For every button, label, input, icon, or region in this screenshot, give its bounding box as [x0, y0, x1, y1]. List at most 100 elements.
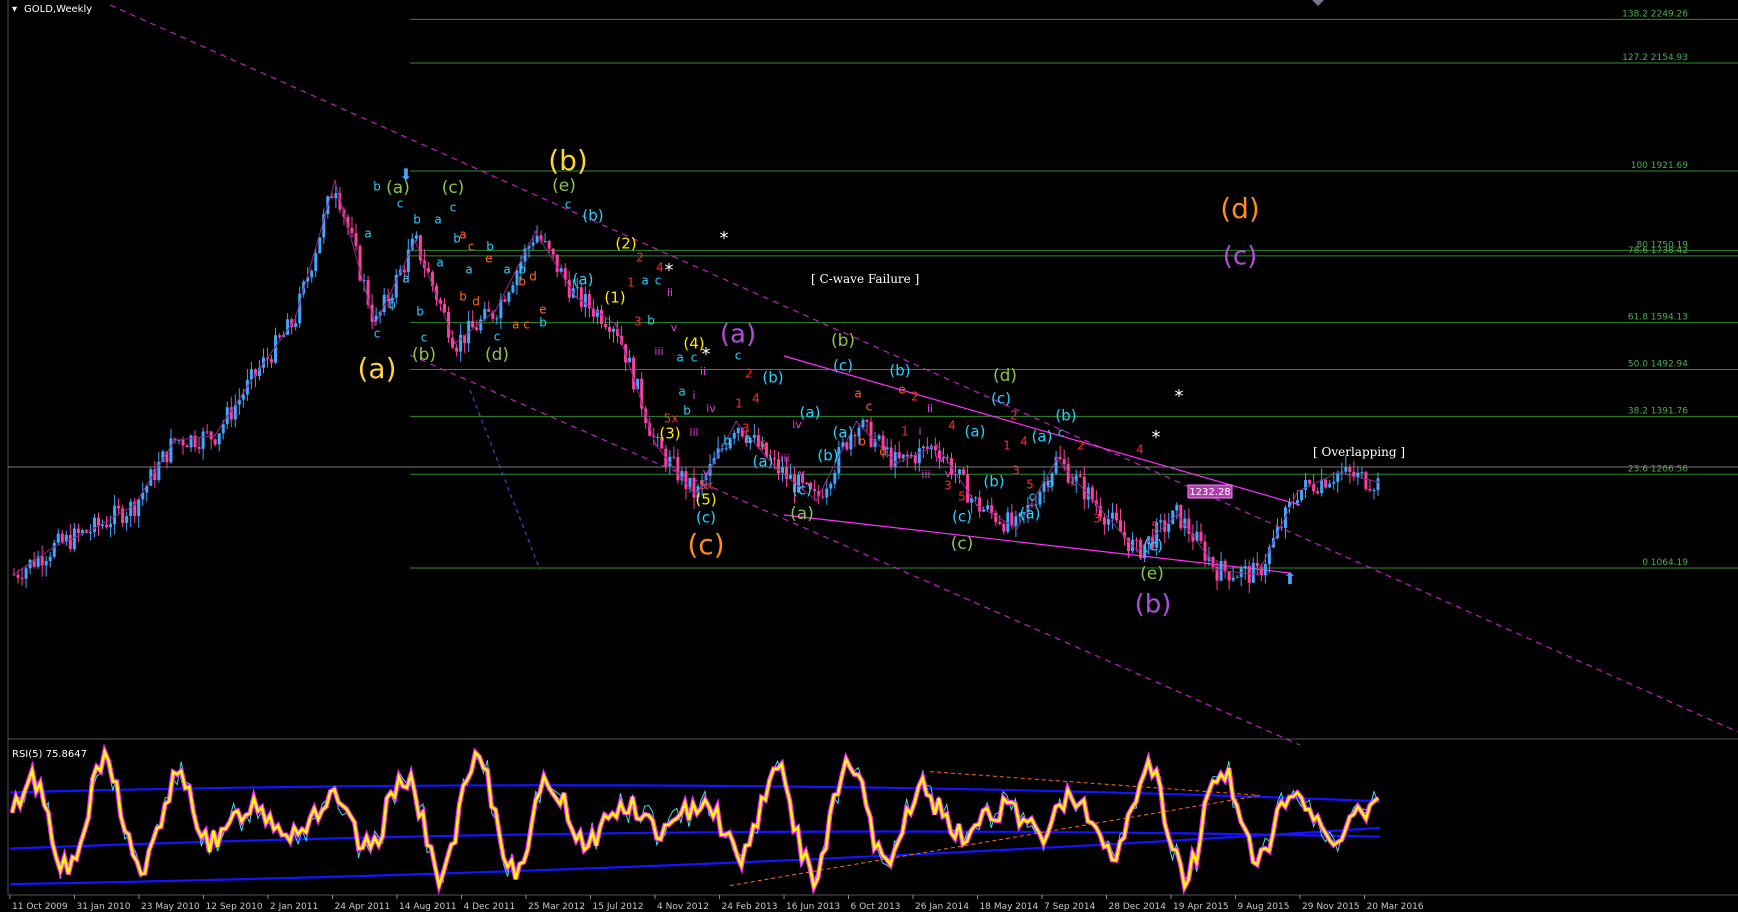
- overlapping-note: [ Overlapping ]: [1313, 445, 1405, 459]
- candle-body: [125, 516, 129, 523]
- candle-body: [732, 432, 736, 439]
- wave-label: v: [671, 321, 678, 334]
- wave-label: (b): [582, 207, 603, 225]
- candle-body: [20, 577, 24, 579]
- wave-label: (c): [1143, 537, 1163, 555]
- wave-label: a: [678, 385, 685, 399]
- candle-body: [1199, 531, 1203, 542]
- wave-label: (a): [800, 404, 821, 422]
- x-tick-label: 4 Dec 2011: [464, 902, 516, 912]
- x-tick-label: 14 Aug 2011: [399, 902, 457, 912]
- price-point: [614, 323, 617, 326]
- wave-label: b: [413, 213, 421, 227]
- wave-label: ii: [667, 286, 673, 299]
- candle-body: [825, 488, 829, 498]
- candle-body: [672, 456, 676, 458]
- x-tick-label: 16 Jun 2013: [786, 902, 840, 912]
- candle-body: [1360, 472, 1364, 474]
- wave-label: c: [374, 327, 381, 341]
- candle-body: [966, 474, 970, 503]
- candle-body: [475, 327, 479, 331]
- candle-body: [109, 524, 113, 528]
- candle-body: [60, 533, 64, 542]
- candle-body: [1231, 577, 1235, 581]
- wave-label: a: [402, 272, 409, 286]
- price-point: [413, 240, 417, 243]
- candle-body: [1078, 475, 1082, 477]
- price-point: [52, 545, 56, 548]
- candle-body: [40, 556, 44, 566]
- wave-label: (2): [615, 235, 636, 253]
- wave-label: c: [397, 197, 404, 211]
- candle-body: [213, 439, 217, 445]
- dropdown-arrow-icon[interactable]: ▾: [12, 4, 17, 15]
- candle-body: [853, 435, 857, 437]
- wave-label: 5: [1026, 478, 1034, 492]
- wave-label: c: [565, 198, 572, 212]
- wave-label: ii: [927, 402, 933, 415]
- price-point: [895, 462, 898, 465]
- wave-label: 3: [944, 479, 952, 493]
- wave-label: a: [854, 387, 861, 401]
- x-tick-label: 12 Sep 2010: [206, 902, 263, 912]
- fib-label: 50.0 1492.94: [1628, 360, 1688, 370]
- wave-label: (d): [485, 345, 509, 365]
- price-point: [213, 434, 216, 437]
- wave-label: c: [691, 351, 698, 365]
- candle-body: [829, 483, 833, 489]
- wave-label: iv: [935, 452, 945, 465]
- wave-label: (b): [817, 447, 838, 465]
- candle-body: [209, 431, 213, 440]
- candle-body: [56, 533, 60, 543]
- wave-label: 5: [1151, 520, 1159, 534]
- rsi-shadow-line: [9, 743, 1380, 895]
- candle-body: [1114, 512, 1118, 521]
- candle-body: [607, 326, 611, 332]
- wave-label: a: [364, 227, 371, 241]
- price-point: [975, 503, 979, 507]
- candle-body: [990, 505, 994, 513]
- price-point: [133, 503, 136, 507]
- candle-body: [1167, 524, 1171, 532]
- candle-body: [1372, 490, 1376, 492]
- candle-body: [813, 488, 817, 492]
- wave-label: (a): [573, 271, 594, 289]
- wave-label: b: [388, 298, 396, 312]
- candle-body: [1110, 512, 1114, 519]
- candle-body: [117, 505, 121, 509]
- wave-label: 5x: [664, 412, 679, 426]
- wave-label: (c): [952, 508, 972, 526]
- wave-label: a: [465, 263, 472, 277]
- rsi-band-upper: [9, 784, 1381, 803]
- candle-body: [1320, 479, 1324, 494]
- wave-label: a: [434, 213, 441, 227]
- wave-label: a: [459, 228, 466, 242]
- wave-label: 4: [1136, 443, 1144, 457]
- wave-label: (d): [1220, 192, 1260, 225]
- price-point: [574, 295, 577, 298]
- candle-body: [221, 424, 225, 434]
- price-point: [935, 443, 938, 447]
- candle-body: [88, 532, 92, 534]
- wave-label: iv: [792, 418, 802, 431]
- wave-labels: (a)(b)(c)(d)(c)(a)(b)(a) (c) (e)(b) (d)(b)(…: [357, 144, 1259, 620]
- wave-label: c: [866, 400, 873, 414]
- candle-body: [443, 303, 447, 313]
- x-tick-label: 7 Sep 2014: [1044, 902, 1096, 912]
- chart-canvas[interactable]: 138.2 2249.26127.2 2154.93100 1921.6980 …: [0, 0, 1738, 912]
- wave-label: c: [421, 331, 428, 345]
- wave-label: (d): [993, 366, 1017, 386]
- wave-label: (5): [695, 491, 716, 509]
- fib-label: 100 1921.69: [1631, 161, 1689, 171]
- candle-body: [901, 454, 905, 459]
- candle-body: [1058, 456, 1062, 460]
- wave-label: (b): [548, 144, 588, 177]
- wave-label: v: [799, 467, 806, 480]
- candle-body: [101, 524, 105, 526]
- x-tick-label: 24 Apr 2011: [335, 902, 391, 912]
- wave-label: 4: [1020, 435, 1028, 449]
- candle-body: [736, 427, 740, 433]
- wave-label: d: [529, 270, 537, 284]
- x-tick-label: 15 Jul 2012: [593, 902, 644, 912]
- wave-label: a: [436, 256, 443, 270]
